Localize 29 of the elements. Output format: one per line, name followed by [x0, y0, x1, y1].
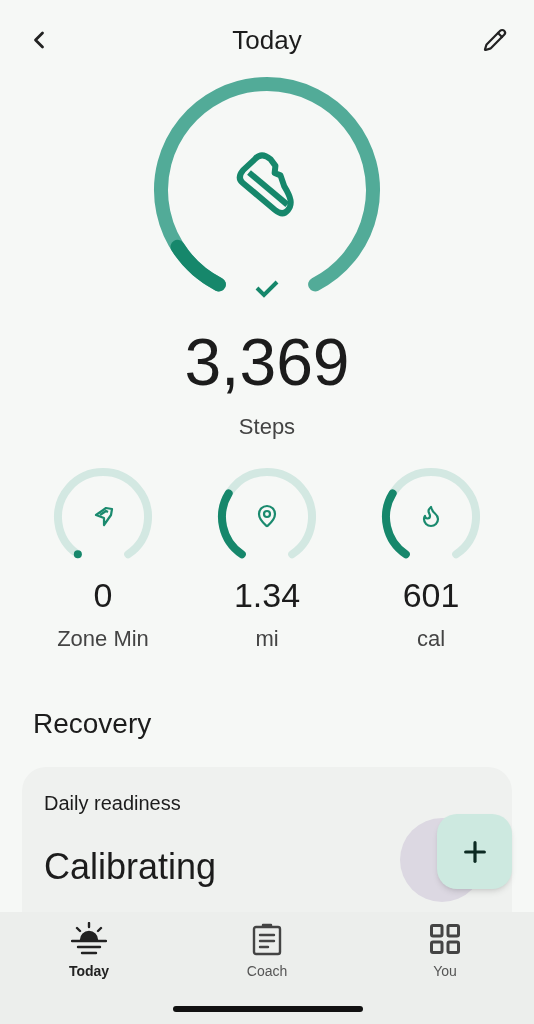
metric-ring-fill	[218, 489, 246, 559]
metric-value: 0	[93, 576, 113, 614]
sunrise-icon	[71, 922, 107, 956]
nav-tab[interactable]: Coach	[178, 912, 356, 1024]
readiness-status: Calibrating	[44, 845, 217, 889]
edit-icon	[483, 28, 507, 52]
page-title: Today	[232, 23, 302, 57]
metric-label: Zone Min	[57, 625, 149, 653]
location-pin-icon	[259, 506, 275, 526]
metric-label: mi	[255, 625, 279, 653]
shoe-icon	[236, 152, 294, 217]
double-arrow-icon	[94, 506, 114, 527]
nav-tab[interactable]: Today	[0, 912, 178, 1024]
clipboard-icon	[251, 922, 283, 956]
nav-tab[interactable]: You	[356, 912, 534, 1024]
grid-icon	[427, 921, 463, 957]
metric-label: cal	[416, 625, 446, 653]
check-icon	[255, 280, 279, 298]
metric-value: 1.34	[233, 576, 301, 614]
card-title: Daily readiness	[44, 791, 182, 816]
metric-ring-fill	[73, 550, 82, 559]
add-button[interactable]	[437, 814, 512, 889]
metric-ring-fill	[382, 489, 410, 559]
flame-icon	[424, 507, 438, 526]
steps-ring-fill	[170, 239, 226, 292]
section-title: Recovery	[32, 707, 153, 741]
steps-label: Steps	[238, 413, 296, 441]
steps-count: 3,369	[184, 327, 350, 397]
metric-value: 601	[402, 576, 460, 614]
